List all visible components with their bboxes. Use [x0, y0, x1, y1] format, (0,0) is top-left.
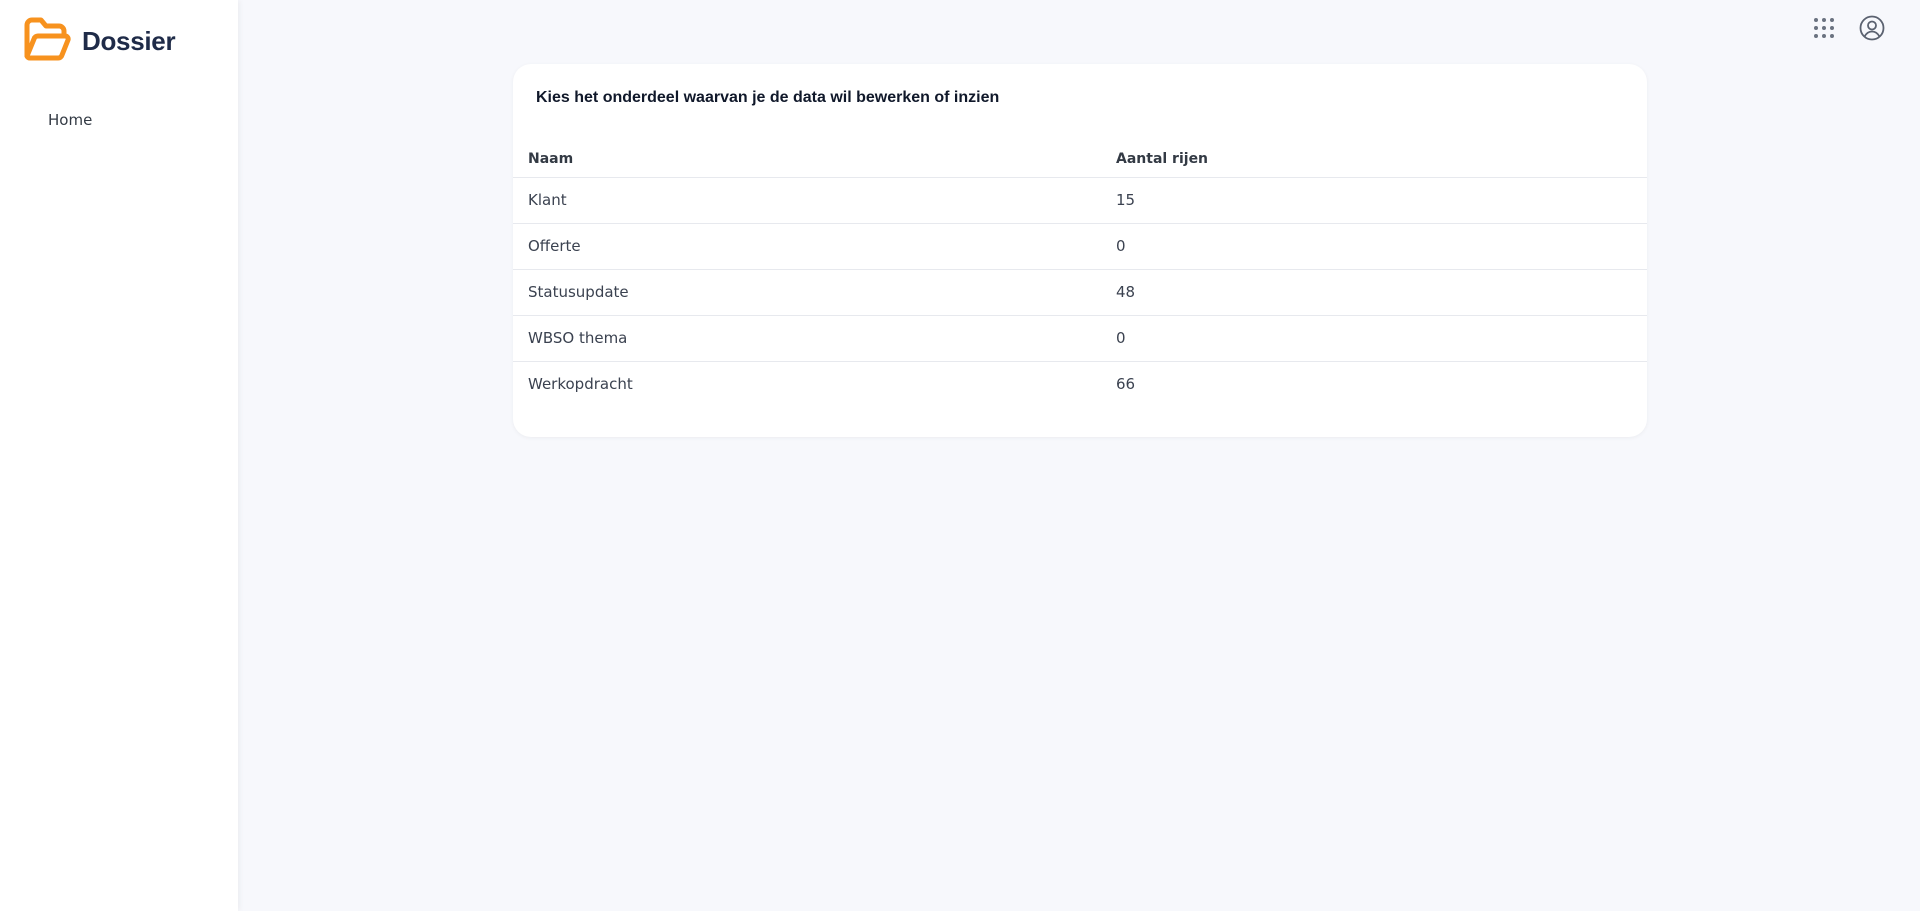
row-name: Klant: [513, 177, 1116, 224]
row-name: Werkopdracht: [528, 375, 633, 394]
table-row[interactable]: WBSO thema 0: [513, 315, 1647, 362]
table-row[interactable]: Werkopdracht 66: [513, 361, 1647, 407]
folder-logo-icon: [22, 16, 72, 66]
column-header-aantal-rijen[interactable]: Aantal rijen: [1116, 134, 1647, 178]
table-row[interactable]: Statusupdate 48: [513, 269, 1647, 316]
row-name: Offerte: [513, 223, 1116, 270]
row-count: 15: [1116, 177, 1647, 224]
account-icon[interactable]: [1858, 14, 1886, 42]
table-row[interactable]: Offerte 0: [513, 223, 1647, 270]
column-header-naam[interactable]: Naam: [513, 134, 1116, 178]
app-name: Dossier: [82, 25, 176, 56]
sections-table: Naam Aantal rijen Klant 15 Offerte 0 Sta…: [513, 134, 1647, 407]
row-name: Statusupdate: [513, 269, 1116, 316]
row-count: 0: [1116, 223, 1647, 270]
row-count: 48: [1116, 269, 1647, 316]
row-count: 66: [1116, 375, 1136, 394]
brand[interactable]: Dossier: [22, 16, 176, 66]
apps-grid-icon[interactable]: [1810, 14, 1838, 42]
row-name: WBSO thema: [513, 315, 1116, 362]
row-count: 0: [1116, 315, 1647, 362]
card-title: Kies het onderdeel waarvan je de data wi…: [536, 89, 1000, 106]
table-row[interactable]: Klant 15: [513, 177, 1647, 224]
table-header-row: Naam Aantal rijen: [513, 134, 1647, 178]
sidebar-item-home[interactable]: Home: [48, 111, 92, 129]
sidebar: Dossier Home: [0, 0, 238, 911]
data-sections-card: Kies het onderdeel waarvan je de data wi…: [513, 64, 1647, 437]
